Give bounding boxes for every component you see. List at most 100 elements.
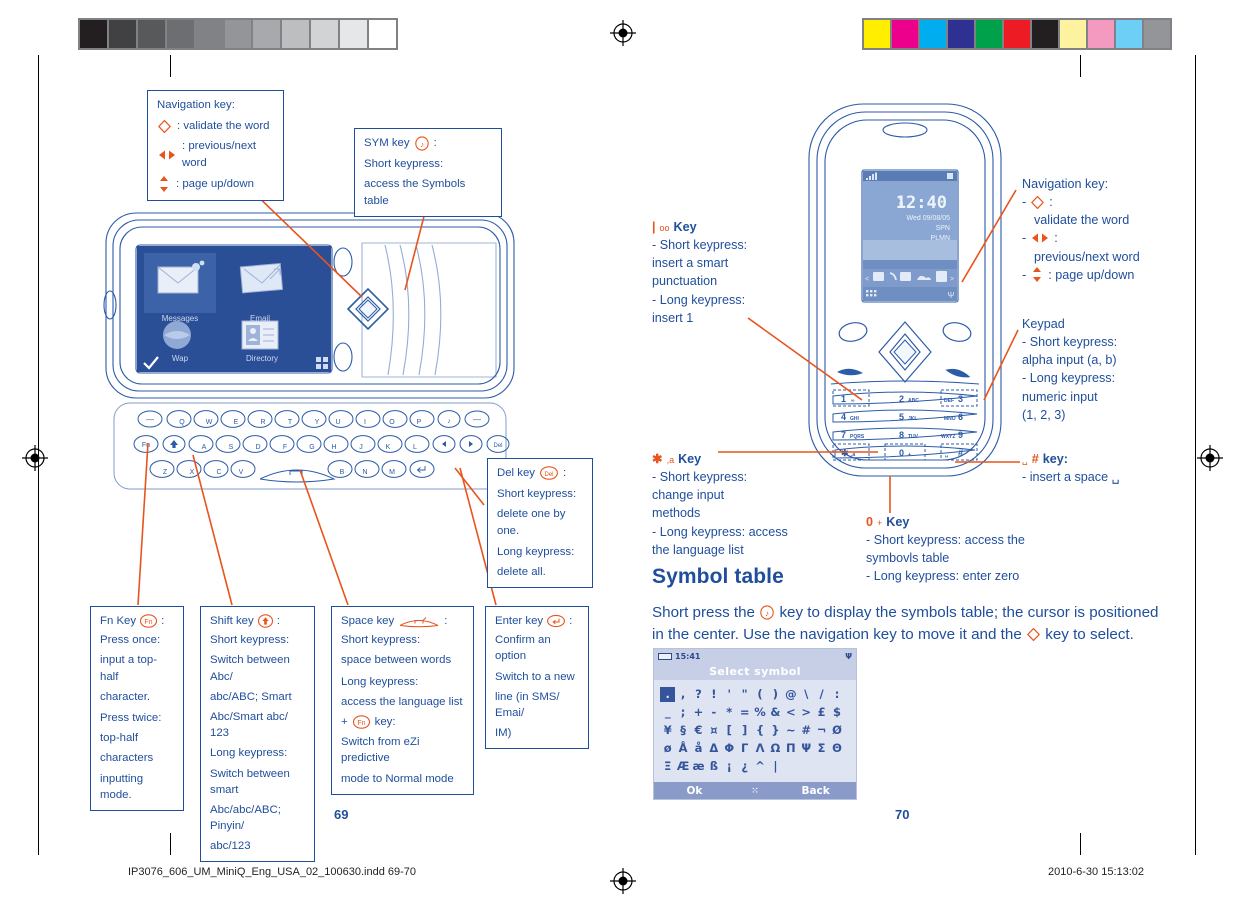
svg-text:TUV: TUV [908,434,919,440]
key-glyph: | [652,220,656,234]
symbol-cell[interactable]: ; [675,705,690,720]
callout-line-text: - Short keypress: [1022,335,1118,350]
symbol-cell[interactable]: , [675,687,690,702]
svg-text:S: S [229,444,234,451]
footer-timestamp: 2010-6-30 15:13:02 [1048,866,1145,878]
symbol-cell[interactable]: + [691,705,706,720]
symbol-cell[interactable]: æ [691,759,706,774]
symbol-cell[interactable]: ¤ [706,723,721,738]
svg-text:U: U [335,419,340,426]
symbol-cell[interactable]: ? [691,687,706,702]
symbol-cell[interactable]: å [691,741,706,756]
symbol-cell[interactable]: = [737,705,752,720]
symbol-cell[interactable]: Ω [768,741,783,756]
space-key-icon [398,615,440,628]
callout-title: Del key [497,467,535,479]
symbol-cell[interactable]: | [768,759,783,774]
svg-text:Fn: Fn [142,442,150,449]
svg-text:T: T [288,419,293,426]
symbol-cell[interactable]: : [829,687,844,702]
callout-star-key: ✱ ,a Key - Short keypress: change input … [652,450,812,559]
symbol-cell[interactable]: Ξ [660,759,675,774]
symbol-cell[interactable]: § [675,723,690,738]
callout-line-text: the language list [652,542,744,557]
symbol-grid[interactable]: . , ? ! ' " ( ) @ \ / : _ ; + - * = % & … [654,680,856,777]
symbol-cell[interactable]: ¡ [722,759,737,774]
svg-text:∞: ∞ [851,398,855,404]
symbol-cell[interactable]: [ [722,723,737,738]
symbol-cell[interactable]: # [799,723,814,738]
callout-line-text: inputting mode. [100,772,144,801]
callout-line-text: : page up/down [176,177,254,190]
symbol-row[interactable]: _ ; + - * = % & < > £ $ [660,703,850,721]
symbol-row[interactable]: . , ? ! ' " ( ) @ \ / : [660,685,850,703]
svg-text:♪: ♪ [765,609,769,618]
symbol-cell[interactable]: Π [783,741,798,756]
symbol-cell[interactable]: $ [829,705,844,720]
symbol-cell[interactable]: Θ [829,741,844,756]
callout-line-text: abc/ABC; Smart [210,690,292,703]
symbol-cell[interactable]: € [691,723,706,738]
symbol-cell[interactable]: & [768,705,783,720]
symbol-cell[interactable]: Å [675,741,690,756]
symbol-cell[interactable]: " [737,687,752,702]
svg-text:DEF: DEF [944,398,954,404]
symbol-cell[interactable]: } [768,723,783,738]
crop-tick-top-left [170,55,171,77]
symbol-cell[interactable]: Φ [722,741,737,756]
symbol-cell[interactable]: ' [722,687,737,702]
symbol-cell[interactable]: * [722,705,737,720]
symbol-cell[interactable]: ø [660,741,675,756]
svg-text:G: G [309,444,314,451]
symbol-cell[interactable]: Λ [752,741,767,756]
svg-text:R: R [260,419,265,426]
softkey-ok[interactable]: Ok [654,785,735,797]
callout-line-text: Abc/Smart abc/ 123 [210,710,288,740]
symbol-cell[interactable]: ~ [783,723,798,738]
svg-text:␣: ␣ [945,452,948,458]
symbol-cell[interactable]: ¿ [737,759,752,774]
symbol-cell[interactable]: ¬ [814,723,829,738]
callout-line-text: mode to Normal mode [341,772,454,785]
symbol-cell[interactable]: ! [706,687,721,702]
callout-line-text: change input [652,488,725,503]
symbol-cell[interactable]: ] [737,723,752,738]
symbol-row[interactable]: Ξ Æ æ ß ¡ ¿ ^ | [660,757,850,775]
symbol-cell[interactable]: < [783,705,798,720]
symbol-cell[interactable]: Æ [675,759,690,774]
symbol-cell[interactable]: % [752,705,767,720]
symbol-cell[interactable]: _ [660,705,675,720]
symbol-cell[interactable]: \ [799,687,814,702]
symbol-row[interactable]: ¥ § € ¤ [ ] { } ~ # ¬ Ø [660,721,850,739]
symbol-cell[interactable]: ß [706,759,721,774]
symbol-cell[interactable]: ¥ [660,723,675,738]
symbol-cell[interactable]: ^ [752,759,767,774]
symbol-cell[interactable]: - [706,705,721,720]
symbol-cell[interactable]: { [752,723,767,738]
symbol-cell[interactable]: £ [814,705,829,720]
symbol-cell[interactable]: Σ [814,741,829,756]
callout-line-text: Confirm an option [495,634,551,663]
symbol-cell[interactable]: > [799,705,814,720]
callout-line-text: Short keypress: [341,634,421,647]
callout-line-text: Abc/abc/ABC; Pinyin/ [210,803,281,833]
desc-part-1: Short press the [652,604,760,621]
callout-line-text: methods [652,506,701,521]
sym-key-icon: ♪ [414,135,430,151]
svg-text:Del: Del [493,443,502,449]
symbol-cell[interactable]: / [814,687,829,702]
symbol-cell[interactable]: Γ [737,741,752,756]
callout-title: Enter key [495,615,544,627]
symbol-row[interactable]: ø Å å Δ Φ Γ Λ Ω Π Ψ Σ Θ [660,739,850,757]
symbol-cell[interactable]: ( [752,687,767,702]
symbol-cell[interactable]: @ [783,687,798,702]
symbol-cell[interactable]: Δ [706,741,721,756]
softkey-back[interactable]: Back [775,785,856,797]
registration-target-icon-right [1197,445,1223,471]
symbol-cell[interactable]: ) [768,687,783,702]
page-number-right: 70 [895,807,910,822]
symbol-cell[interactable]: Ψ [799,741,814,756]
symbol-cell[interactable]: Ø [829,723,844,738]
callout-line-text: space between words [341,654,452,667]
symbol-cell[interactable]: . [660,686,676,702]
